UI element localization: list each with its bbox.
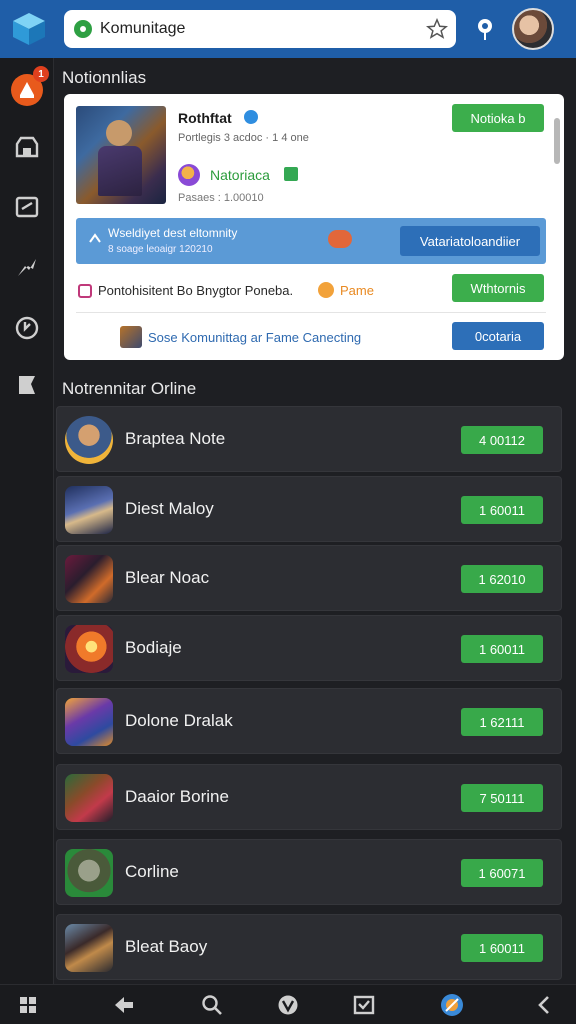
divider bbox=[76, 312, 546, 313]
community-link[interactable]: Sose Komunittag ar Fame Canecting bbox=[148, 330, 361, 345]
address-bar[interactable]: Komunitage bbox=[64, 10, 456, 48]
notification-meta: Portlegis 3 acdoc · 1 4 one bbox=[178, 132, 309, 144]
play-button[interactable]: 7 50111 bbox=[461, 784, 543, 812]
list-item[interactable]: Blear Noac 1 62010 bbox=[56, 545, 562, 611]
play-button[interactable]: 4 00112 bbox=[461, 426, 543, 454]
game-name: Braptea Note bbox=[125, 429, 226, 448]
game-art-thumbnail[interactable] bbox=[76, 106, 166, 204]
library-icon[interactable] bbox=[9, 190, 45, 226]
price-text: Pasaes : 1.00010 bbox=[178, 192, 264, 204]
list-item[interactable]: Daaior Borine 7 50111 bbox=[56, 764, 562, 830]
game-name: Daaior Borine bbox=[125, 787, 229, 806]
game-controller-icon[interactable] bbox=[440, 993, 464, 1017]
coin-icon bbox=[318, 282, 334, 298]
location-pin-icon[interactable] bbox=[470, 14, 500, 44]
vote-icon[interactable] bbox=[276, 993, 300, 1017]
activity-icon[interactable] bbox=[9, 250, 45, 286]
promo-label[interactable]: Pame bbox=[340, 283, 374, 298]
notification-badge: 1 bbox=[33, 66, 49, 82]
alert-title: Wseldiyet dest eltomnity bbox=[108, 226, 238, 240]
promo-button[interactable]: Wthtornis bbox=[452, 274, 544, 302]
alert-subtitle: 8 soage leoaigr 120210 bbox=[108, 244, 213, 255]
game-icon bbox=[65, 625, 113, 673]
community-button[interactable]: 0cotaria bbox=[452, 322, 544, 350]
history-icon[interactable] bbox=[9, 310, 45, 346]
alert-banner: Wseldiyet dest eltomnity 8 soage leoaigr… bbox=[76, 218, 546, 264]
game-name: Dolone Dralak bbox=[125, 711, 233, 730]
sidebar: 1 bbox=[0, 58, 54, 984]
follow-button[interactable]: Notioka b bbox=[452, 104, 544, 132]
bookmark-icon[interactable] bbox=[9, 368, 45, 404]
list-item[interactable]: Braptea Note 4 00112 bbox=[56, 406, 562, 472]
community-game-icon bbox=[120, 326, 142, 348]
game-icon bbox=[65, 924, 113, 972]
url-text[interactable]: Komunitage bbox=[100, 20, 426, 38]
list-item[interactable]: Corline 1 60071 bbox=[56, 839, 562, 905]
alert-toggle-icon[interactable] bbox=[328, 230, 352, 248]
list-item[interactable]: Diest Maloy 1 60011 bbox=[56, 476, 562, 542]
game-name: Corline bbox=[125, 862, 179, 881]
notifications-title: Notionnlias bbox=[62, 68, 147, 87]
notification-user-name[interactable]: Rothftat bbox=[178, 110, 232, 126]
scrollbar[interactable] bbox=[554, 118, 560, 164]
search-icon[interactable] bbox=[200, 993, 224, 1017]
game-name: Bodiaje bbox=[125, 638, 182, 657]
game-name: Diest Maloy bbox=[125, 499, 214, 518]
secure-icon bbox=[74, 20, 92, 38]
sub-avatar bbox=[178, 164, 200, 186]
game-icon bbox=[65, 698, 113, 746]
verified-icon bbox=[244, 110, 258, 124]
list-item[interactable]: Dolone Dralak 1 62111 bbox=[56, 688, 562, 754]
game-name: Bleat Baoy bbox=[125, 937, 208, 956]
star-icon[interactable] bbox=[426, 18, 448, 40]
sub-name[interactable]: Natoriaca bbox=[210, 167, 270, 183]
user-avatar[interactable] bbox=[512, 8, 554, 50]
play-button[interactable]: 1 60071 bbox=[461, 859, 543, 887]
check-icon bbox=[284, 167, 298, 181]
link-icon bbox=[89, 233, 101, 243]
game-icon bbox=[65, 416, 113, 464]
alert-action-button[interactable]: Vatariatoloandiier bbox=[400, 226, 540, 256]
game-icon bbox=[65, 849, 113, 897]
inbox-icon[interactable] bbox=[352, 993, 376, 1017]
play-button[interactable]: 1 62111 bbox=[461, 708, 543, 736]
notifications-icon[interactable]: 1 bbox=[9, 66, 49, 108]
play-button[interactable]: 1 60011 bbox=[461, 934, 543, 962]
play-button[interactable]: 1 60011 bbox=[461, 496, 543, 524]
game-icon bbox=[65, 555, 113, 603]
play-button[interactable]: 1 60011 bbox=[461, 635, 543, 663]
promo-text: Pontohisitent Bo Bnygtor Poneba. bbox=[98, 283, 294, 298]
chevron-left-icon[interactable] bbox=[532, 993, 556, 1017]
back-arrow-icon[interactable] bbox=[112, 993, 136, 1017]
list-item[interactable]: Bodiaje 1 60011 bbox=[56, 615, 562, 681]
notification-card: Rothftat Portlegis 3 acdoc · 1 4 one Not… bbox=[64, 94, 564, 360]
top-bar: Komunitage bbox=[0, 0, 576, 58]
list-item[interactable]: Bleat Baoy 1 60011 bbox=[56, 914, 562, 980]
game-name: Blear Noac bbox=[125, 568, 210, 587]
app-cube-icon[interactable] bbox=[10, 10, 48, 48]
gift-icon bbox=[78, 284, 92, 298]
online-title: Notrennitar Orline bbox=[62, 379, 197, 398]
play-button[interactable]: 1 62010 bbox=[461, 565, 543, 593]
grid-icon[interactable] bbox=[16, 993, 40, 1017]
bottom-nav bbox=[0, 984, 576, 1024]
game-icon bbox=[65, 774, 113, 822]
game-icon bbox=[65, 486, 113, 534]
store-icon[interactable] bbox=[9, 130, 45, 166]
